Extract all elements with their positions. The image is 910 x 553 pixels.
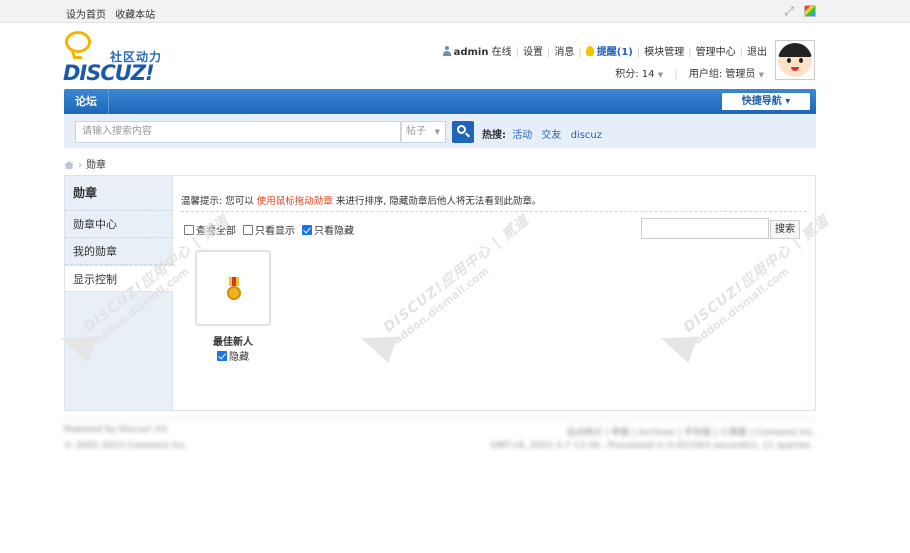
bookmark-link[interactable]: 收藏本站 xyxy=(115,10,155,21)
search-input[interactable]: 请输入搜索内容 xyxy=(75,121,401,143)
logo-brand: DISCUZ! xyxy=(63,61,155,85)
bulb-icon xyxy=(585,46,594,56)
messages-link[interactable]: 消息 xyxy=(554,47,574,58)
checkbox[interactable] xyxy=(243,225,253,235)
chevron-right-icon: › xyxy=(78,160,82,171)
top-bar: 设为首页 收藏本站 ⤢ xyxy=(0,0,910,23)
main-nav: 论坛 快捷导航 ▾ xyxy=(64,89,816,114)
avatar[interactable] xyxy=(775,40,815,80)
medal-search-input[interactable] xyxy=(641,218,769,239)
remind-link[interactable]: 提醒(1) xyxy=(597,47,633,58)
credits-dropdown[interactable]: 积分: 14 ▼ xyxy=(615,69,663,80)
filter-show-visible[interactable]: 只看显示 xyxy=(243,222,295,237)
medal-icon xyxy=(226,277,242,303)
expand-icon[interactable]: ⤢ xyxy=(782,4,796,18)
username-link[interactable]: admin xyxy=(454,47,489,58)
modules-link[interactable]: 模块管理 xyxy=(644,47,684,58)
chevron-down-icon: ▼ xyxy=(657,71,664,79)
footer-links[interactable]: 站点统计 | 举报 | Archiver | 手机版 | 小黑屋 | Comse… xyxy=(567,425,816,438)
medal-hide-toggle[interactable]: 隐藏 xyxy=(195,348,271,363)
search-bar: 请输入搜索内容 帖子 ▼ 热搜: 活动 交友 discuz xyxy=(64,114,816,148)
chevron-down-icon: ▼ xyxy=(434,128,440,136)
hot-tag[interactable]: 交友 xyxy=(541,130,561,141)
user-stats: 积分: 14 ▼ | 用户组: 管理员 ▼ xyxy=(615,69,764,80)
footer: Powered by Discuz! X3 © 2001-2013 Comsen… xyxy=(64,418,816,458)
medal-name: 最佳新人 xyxy=(213,337,253,348)
set-home-link[interactable]: 设为首页 xyxy=(66,10,106,21)
divider xyxy=(181,211,807,212)
user-icon xyxy=(442,46,451,56)
usergroup-dropdown[interactable]: 用户组: 管理员 ▼ xyxy=(689,69,764,80)
tip-highlight: 使用鼠标拖动勋章 xyxy=(256,196,333,207)
logo-bubble-icon xyxy=(65,31,91,53)
sidebar-item-medal-center[interactable]: 勋章中心 xyxy=(65,211,172,238)
filter-show-hidden[interactable]: 只看隐藏 xyxy=(302,222,354,237)
admin-center-link[interactable]: 管理中心 xyxy=(696,47,736,58)
footer-copyright: © 2001-2013 Comsenz Inc. xyxy=(64,441,189,451)
checkbox-checked[interactable] xyxy=(217,351,227,361)
logout-link[interactable]: 退出 xyxy=(747,47,767,58)
footer-stats: GMT+8, 2021-3-7 13:34 , Processed in 0.0… xyxy=(490,441,816,451)
sidebar-title: 勋章 xyxy=(65,176,172,211)
hot-searches: 热搜: 活动 交友 discuz xyxy=(482,126,608,141)
quick-nav-button[interactable]: 快捷导航 ▾ xyxy=(722,93,810,110)
user-menu: admin 在线 | 设置 | 消息 | 提醒(1) | 模块管理 | 管理中心 | 退出 xyxy=(442,43,767,58)
nav-forum[interactable]: 论坛 xyxy=(64,89,109,114)
chevron-down-icon: ▼ xyxy=(758,71,764,79)
checkbox-checked[interactable] xyxy=(302,225,312,235)
hot-label: 热搜: xyxy=(482,130,506,141)
breadcrumb-current[interactable]: 勋章 xyxy=(86,160,106,171)
tip-text: 温馨提示: 您可以 使用鼠标拖动勋章 来进行排序, 隐藏勋章后他人将无法看到此勋… xyxy=(181,196,542,207)
breadcrumb: › 勋章 xyxy=(64,156,106,171)
theme-icon[interactable] xyxy=(804,5,816,17)
hot-tag[interactable]: 活动 xyxy=(512,130,532,141)
home-icon[interactable] xyxy=(64,161,74,169)
footer-powered: Powered by Discuz! X3 xyxy=(64,425,167,435)
hot-tag[interactable]: discuz xyxy=(571,130,602,141)
top-links: 设为首页 收藏本站 xyxy=(66,6,161,21)
online-status[interactable]: 在线 xyxy=(492,47,512,58)
site-logo[interactable]: 社区动力 DISCUZ! xyxy=(63,31,173,85)
search-button[interactable] xyxy=(452,121,474,143)
settings-link[interactable]: 设置 xyxy=(523,47,543,58)
top-icons: ⤢ xyxy=(782,4,816,18)
search-type-select[interactable]: 帖子 ▼ xyxy=(401,121,446,143)
